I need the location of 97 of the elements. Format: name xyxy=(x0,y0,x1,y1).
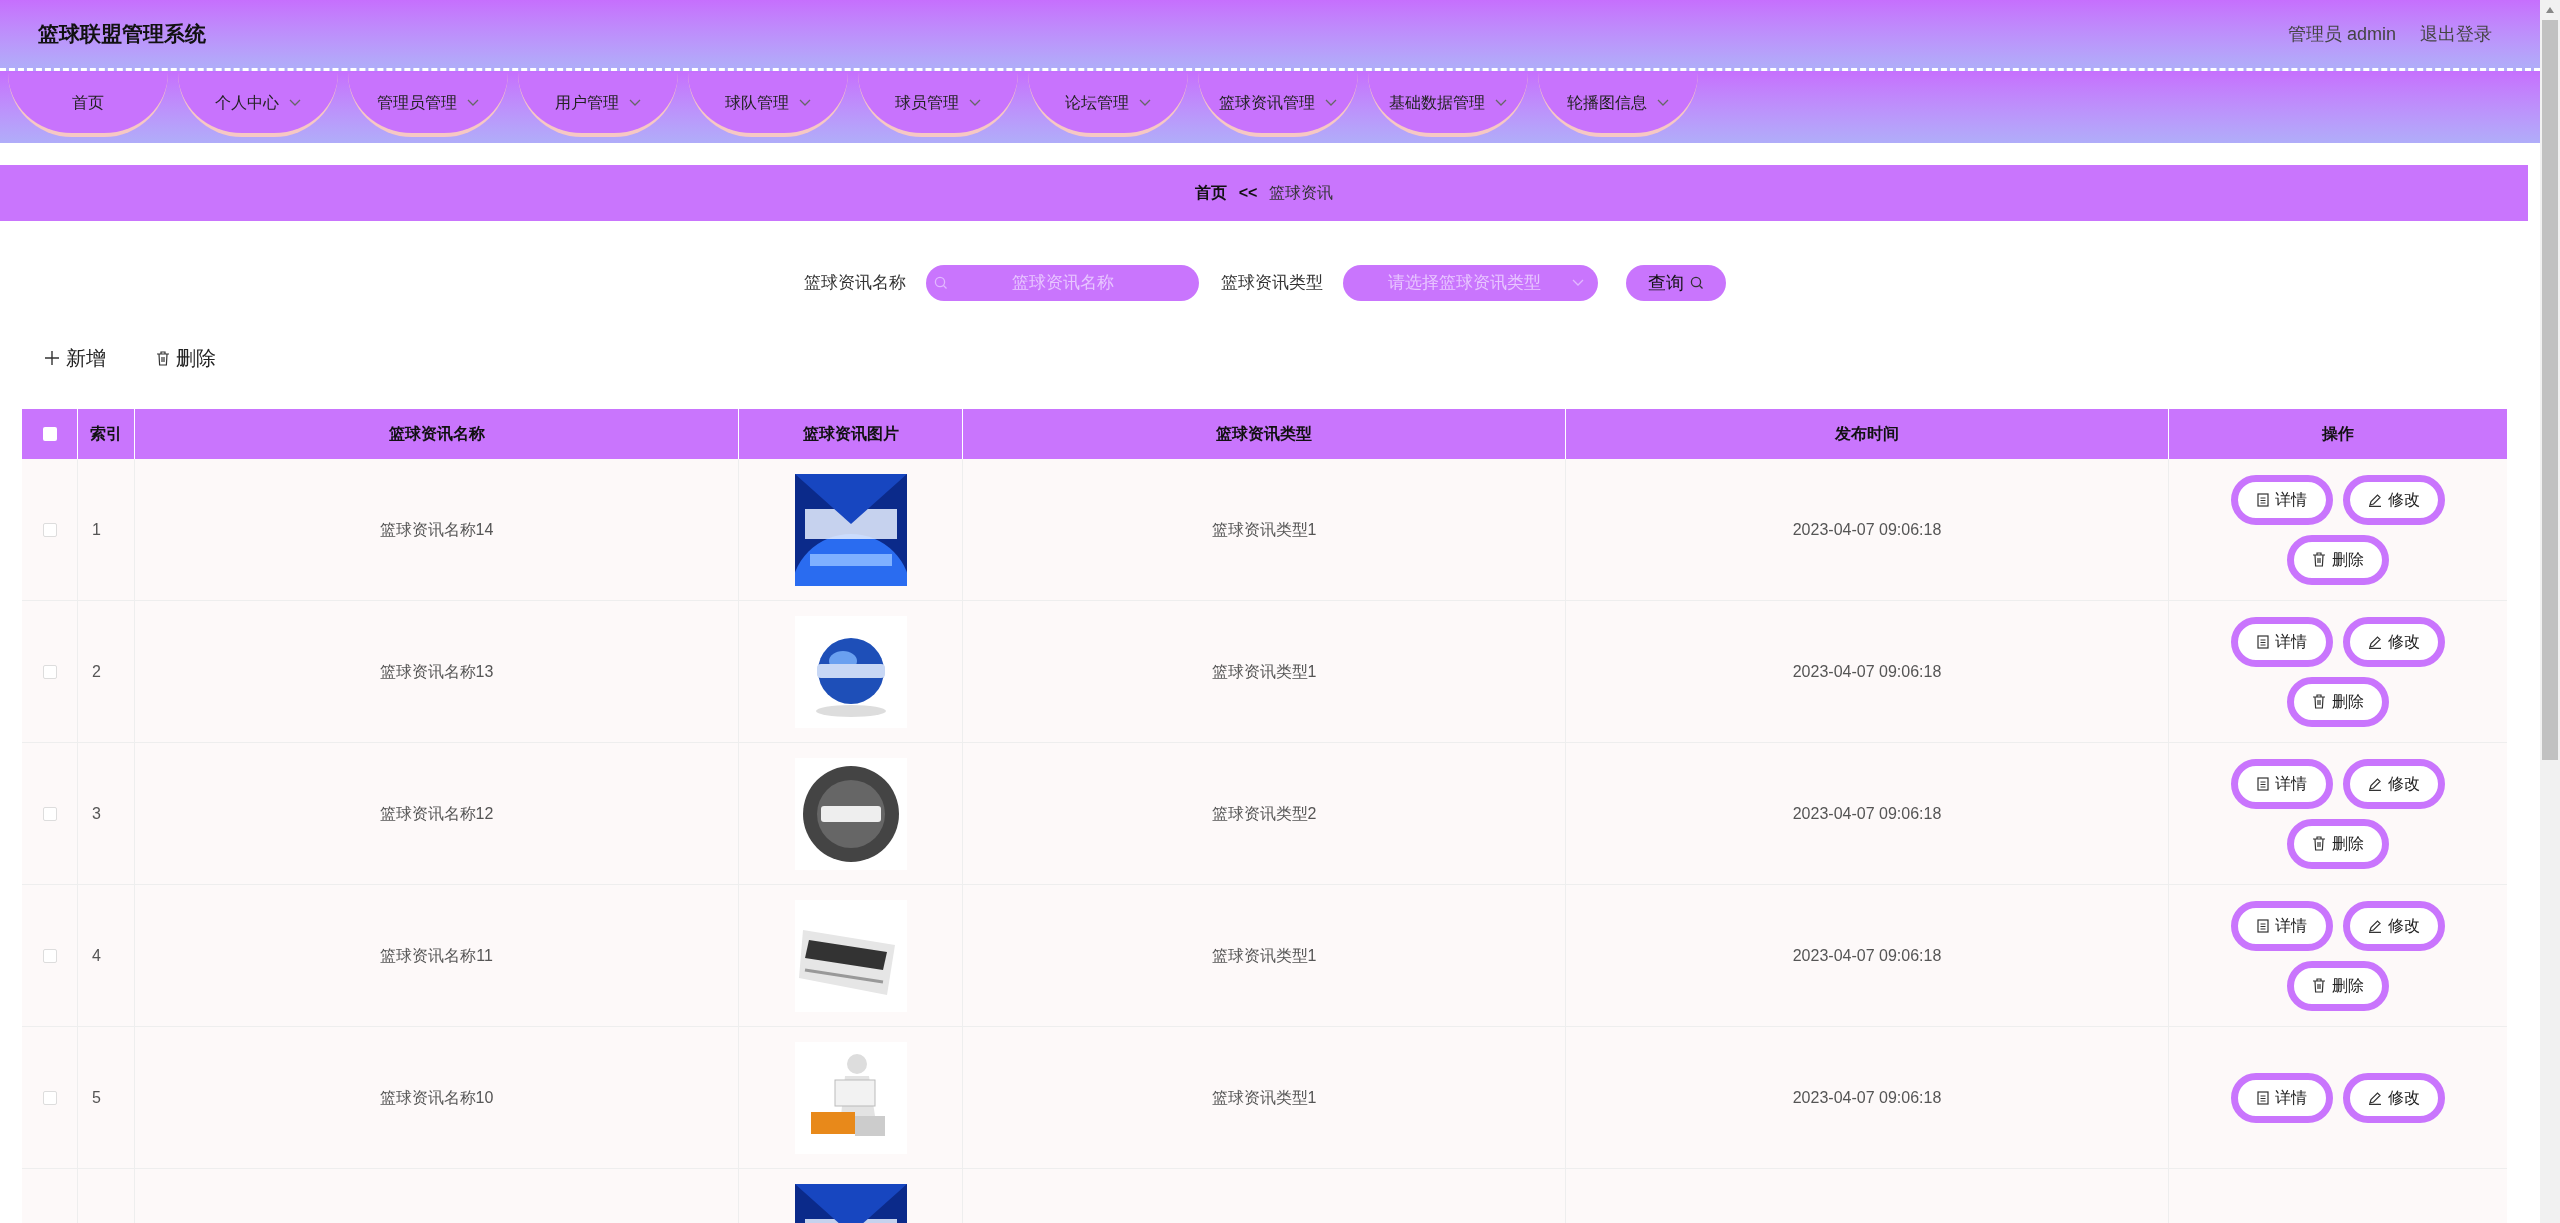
pencil-icon xyxy=(2368,634,2382,649)
time-cell-text: 2023-04-07 09:06:18 xyxy=(1792,519,1942,540)
edit-button[interactable]: 修改 xyxy=(2343,1072,2445,1123)
add-button[interactable]: 新增 xyxy=(44,343,106,373)
row-checkbox[interactable] xyxy=(42,522,57,537)
type-cell-text: 篮球资讯类型1 xyxy=(1211,519,1317,540)
column-header: 篮球资讯名称 xyxy=(388,424,485,444)
column-header: 篮球资讯图片 xyxy=(802,424,899,444)
chevron-down-icon xyxy=(1657,99,1669,107)
column-header: 篮球资讯类型 xyxy=(1216,424,1312,444)
trash-icon xyxy=(156,350,170,366)
row-checkbox[interactable] xyxy=(42,664,57,679)
scroll-up-icon xyxy=(2545,6,2555,14)
chevron-down-icon xyxy=(629,99,641,107)
chevron-down-icon xyxy=(289,99,301,107)
detail-button[interactable]: 详情 xyxy=(2231,616,2333,667)
type-cell-text: 篮球资讯类型2 xyxy=(1211,803,1317,824)
detail-button[interactable]: 详情 xyxy=(2231,474,2333,525)
chevron-down-icon xyxy=(467,99,479,107)
chevron-down-icon xyxy=(1572,279,1584,287)
index-cell-text: 3 xyxy=(92,803,101,824)
index-cell-text: 2 xyxy=(92,661,101,682)
user-label: 管理员 admin xyxy=(2287,22,2396,46)
nav-tab[interactable]: 球队管理 xyxy=(688,73,848,137)
search-icon xyxy=(1690,276,1704,290)
chevron-down-icon xyxy=(1139,99,1151,107)
breadcrumb-separator: << xyxy=(1238,183,1258,203)
column-header: 索引 xyxy=(90,424,122,444)
logout-link[interactable]: 退出登录 xyxy=(2420,20,2492,48)
edit-button[interactable]: 修改 xyxy=(2343,616,2445,667)
nav-tab[interactable]: 用户管理 xyxy=(518,73,678,137)
type-cell-text: 篮球资讯类型1 xyxy=(1211,661,1317,682)
breadcrumb-current: 篮球资讯 xyxy=(1269,183,1334,203)
nav-tab[interactable]: 篮球资讯管理 xyxy=(1198,73,1358,137)
nav-tab[interactable]: 论坛管理 xyxy=(1028,73,1188,137)
column-header: 操作 xyxy=(2322,424,2354,444)
delete-button[interactable]: 删除 xyxy=(2287,818,2389,869)
trash-icon xyxy=(2312,694,2326,709)
detail-button[interactable]: 详情 xyxy=(2231,758,2333,809)
time-cell-text: 2023-04-07 09:06:18 xyxy=(1792,1087,1942,1108)
chevron-down-icon xyxy=(1495,99,1507,107)
delete-button[interactable]: 删除 xyxy=(2287,960,2389,1011)
app-title: 篮球联盟管理系统 xyxy=(38,21,206,48)
detail-button[interactable]: 详情 xyxy=(2231,900,2333,951)
edit-button[interactable]: 修改 xyxy=(2343,900,2445,951)
nav-tab[interactable]: 首页 xyxy=(8,73,168,137)
time-cell-text: 2023-04-07 09:06:18 xyxy=(1792,945,1942,966)
document-icon xyxy=(2257,918,2269,933)
name-cell-text: 篮球资讯名称12 xyxy=(379,803,494,824)
name-cell-text: 篮球资讯名称10 xyxy=(379,1087,494,1108)
pencil-icon xyxy=(2368,918,2382,933)
document-icon xyxy=(2257,776,2269,791)
index-cell-text: 1 xyxy=(92,519,101,540)
name-label: 篮球资讯名称 xyxy=(804,272,906,294)
row-checkbox[interactable] xyxy=(42,948,57,963)
pencil-icon xyxy=(2368,492,2382,507)
document-icon xyxy=(2257,492,2269,507)
breadcrumb-home[interactable]: 首页 xyxy=(1194,181,1227,205)
chevron-down-icon xyxy=(969,99,981,107)
query-button[interactable]: 查询 xyxy=(1626,265,1726,301)
index-cell-text: 5 xyxy=(92,1087,101,1108)
search-icon xyxy=(934,276,948,290)
trash-icon xyxy=(2312,978,2326,993)
index-cell-text: 4 xyxy=(92,945,101,966)
column-header: 发布时间 xyxy=(1835,424,1899,444)
chevron-down-icon xyxy=(799,99,811,107)
chevron-down-icon xyxy=(1325,99,1337,107)
pencil-icon xyxy=(2368,776,2382,791)
name-search-field[interactable]: 篮球资讯名称 xyxy=(926,265,1199,301)
time-cell-text: 2023-04-07 09:06:18 xyxy=(1792,803,1942,824)
detail-button[interactable]: 详情 xyxy=(2231,1072,2333,1123)
nav-tab[interactable]: 轮播图信息 xyxy=(1538,73,1698,137)
row-checkbox[interactable] xyxy=(42,1090,57,1105)
nav-tab[interactable]: 基础数据管理 xyxy=(1368,73,1528,137)
time-cell-text: 2023-04-07 09:06:18 xyxy=(1792,661,1942,682)
delete-button[interactable]: 删除 xyxy=(156,343,216,373)
trash-icon xyxy=(2312,552,2326,567)
name-cell-text: 篮球资讯名称13 xyxy=(379,661,494,682)
type-cell-text: 篮球资讯类型1 xyxy=(1211,1087,1317,1108)
edit-button[interactable]: 修改 xyxy=(2343,474,2445,525)
trash-icon xyxy=(2312,836,2326,851)
edit-button[interactable]: 修改 xyxy=(2343,758,2445,809)
select-all-checkbox[interactable] xyxy=(42,427,57,441)
document-icon xyxy=(2257,634,2269,649)
pencil-icon xyxy=(2368,1090,2382,1105)
plus-icon xyxy=(44,350,60,366)
nav-tab[interactable]: 管理员管理 xyxy=(348,73,508,137)
name-cell-text: 篮球资讯名称11 xyxy=(380,945,493,966)
name-cell-text: 篮球资讯名称14 xyxy=(379,519,494,540)
document-icon xyxy=(2257,1090,2269,1105)
type-label: 篮球资讯类型 xyxy=(1221,272,1323,294)
delete-button[interactable]: 删除 xyxy=(2287,676,2389,727)
type-cell-text: 篮球资讯类型1 xyxy=(1211,945,1317,966)
row-checkbox[interactable] xyxy=(42,806,57,821)
delete-button[interactable]: 删除 xyxy=(2287,534,2389,585)
nav-tab[interactable]: 个人中心 xyxy=(178,73,338,137)
nav-tab[interactable]: 球员管理 xyxy=(858,73,1018,137)
